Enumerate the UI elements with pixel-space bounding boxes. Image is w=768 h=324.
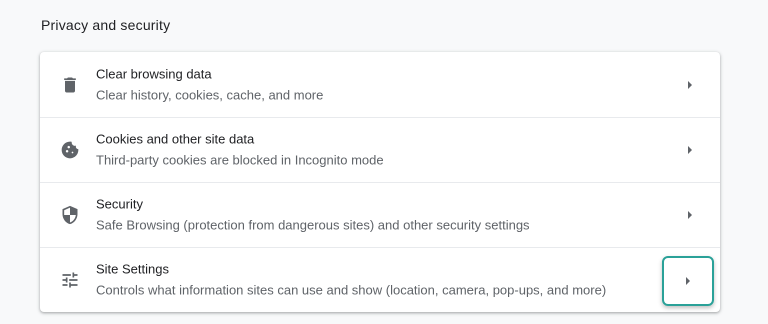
cookie-icon bbox=[60, 140, 80, 160]
row-sublabel: Safe Browsing (protection from dangerous… bbox=[96, 217, 530, 233]
trash-icon bbox=[60, 75, 80, 95]
arrow-right-icon[interactable] bbox=[660, 52, 720, 117]
row-cookies[interactable]: Cookies and other site data Third-party … bbox=[40, 117, 720, 182]
row-site-settings[interactable]: Site Settings Controls what information … bbox=[40, 247, 720, 312]
row-clear-browsing-data[interactable]: Clear browsing data Clear history, cooki… bbox=[40, 52, 720, 117]
arrow-right-icon[interactable] bbox=[660, 118, 720, 182]
row-label: Cookies and other site data bbox=[96, 131, 255, 147]
row-sublabel: Controls what information sites can use … bbox=[96, 282, 607, 298]
row-label: Site Settings bbox=[96, 261, 169, 277]
row-label: Clear browsing data bbox=[96, 66, 212, 81]
arrow-right-icon bbox=[686, 277, 690, 285]
row-security[interactable]: Security Safe Browsing (protection from … bbox=[40, 182, 720, 247]
site-settings-arrow-button[interactable] bbox=[662, 256, 714, 306]
row-sublabel: Clear history, cookies, cache, and more bbox=[96, 87, 324, 102]
row-sublabel: Third-party cookies are blocked in Incog… bbox=[96, 152, 384, 168]
privacy-security-card: Clear browsing data Clear history, cooki… bbox=[40, 52, 720, 312]
row-label: Security bbox=[96, 196, 143, 212]
arrow-right-icon[interactable] bbox=[660, 183, 720, 247]
section-title: Privacy and security bbox=[41, 17, 171, 33]
tune-icon bbox=[60, 270, 80, 290]
shield-icon bbox=[60, 205, 80, 225]
